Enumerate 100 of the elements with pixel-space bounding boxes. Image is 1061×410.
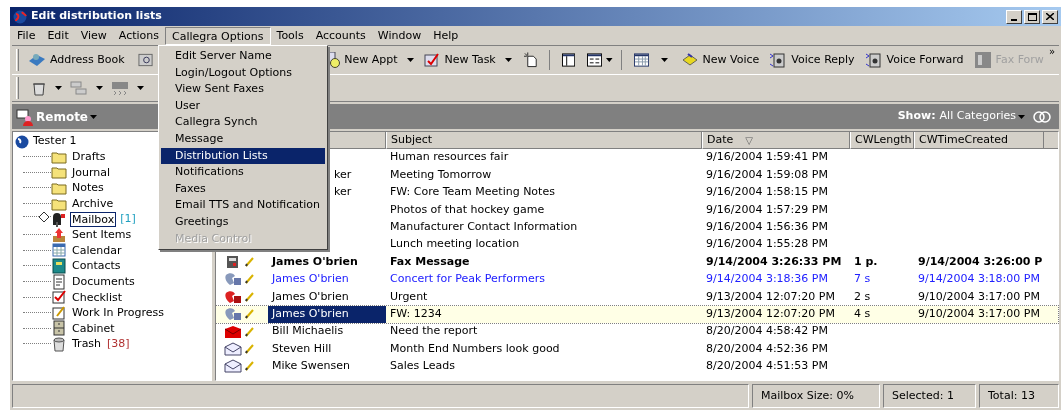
trash-icon xyxy=(51,335,67,352)
toolbar-button[interactable]: New Voice xyxy=(675,48,765,72)
menu-item[interactable]: Help xyxy=(427,26,465,45)
table-cell: 9/10/2004 3:17:00 PM xyxy=(918,306,1040,320)
table-cell: Sales Leads xyxy=(390,359,455,373)
minimize-button[interactable] xyxy=(1006,9,1022,24)
tree-item[interactable]: Archive xyxy=(70,196,116,212)
column-header[interactable]: CWLength xyxy=(850,132,914,149)
table-cell: Photos of that hockey game xyxy=(390,202,545,216)
toolbar-button[interactable]: Voice Reply xyxy=(764,48,860,72)
table-row[interactable]: Mike Swensen Sales Leads 8/20/2004 4:51:53 PM xyxy=(216,357,1058,376)
fax-machine-icon xyxy=(973,52,992,68)
table-cell: 9/16/2004 1:56:36 PM xyxy=(706,220,828,233)
menu-option[interactable]: Distribution Lists xyxy=(161,147,325,165)
table-cell: 1 p. xyxy=(854,254,878,268)
tree-item[interactable]: Documents xyxy=(70,274,137,290)
menu-option[interactable]: Greetings xyxy=(161,213,325,231)
tree-item[interactable]: Cabinet xyxy=(70,320,117,336)
tree-item[interactable]: Calendar xyxy=(70,242,124,258)
tree-item[interactable]: Mailbox xyxy=(70,211,117,227)
tree-item[interactable]: Notes xyxy=(70,180,106,196)
diamond-icon xyxy=(39,212,49,223)
table-cell: 7 s xyxy=(854,272,871,286)
folder-icon xyxy=(51,180,67,196)
window-title: Edit distribution lists xyxy=(31,8,162,25)
close-button[interactable] xyxy=(1042,9,1058,24)
table-row[interactable]: James O'brien Urgent 9/13/2004 12:07:20 PM 2 s 9/10/2004 3:17:00 PM xyxy=(216,288,1058,306)
menu-option[interactable]: User xyxy=(161,97,325,115)
pencil-icon xyxy=(245,309,254,320)
menu-item[interactable]: Accounts xyxy=(309,26,372,45)
table-cell: Bill Michaelis xyxy=(272,323,344,340)
tree-item[interactable]: Trash xyxy=(70,336,104,352)
table-cell: ker xyxy=(334,184,352,201)
table-cell: 9/16/2004 1:55:28 PM xyxy=(706,237,828,251)
menu-option[interactable]: Faxes xyxy=(161,180,325,198)
cabinet-icon xyxy=(51,320,67,337)
maximize-button[interactable] xyxy=(1024,9,1040,24)
table-row[interactable]: James O'brien Concert for Peak Performers 9/14/2004 3:18:36 PM 7 s 9/14/2004 3:18:00 PM xyxy=(216,270,1058,289)
envelope-icon xyxy=(224,324,242,339)
tree-item[interactable]: Work In Progress xyxy=(70,305,166,321)
table-cell: FW: Core Team Meeting Notes xyxy=(390,185,555,199)
menu-option[interactable]: Login/Logout Options xyxy=(161,64,325,82)
table-cell: 9/16/2004 1:59:08 PM xyxy=(706,167,828,181)
tree-item[interactable]: Contacts xyxy=(70,258,123,274)
table-cell: 4 s xyxy=(854,306,871,320)
menu-item[interactable]: View xyxy=(74,26,113,45)
overflow-chevron[interactable]: » xyxy=(1048,46,1055,58)
menu-item[interactable]: Actions xyxy=(112,26,166,45)
pencil-note-icon xyxy=(51,304,67,321)
globe-icon xyxy=(13,9,27,24)
move-icon xyxy=(70,80,88,96)
menu-option[interactable]: Edit Server Name xyxy=(161,48,325,65)
user-envelope-icon xyxy=(16,107,34,126)
folder-icon xyxy=(51,164,67,181)
table-cell-text: ker xyxy=(334,166,352,183)
category-dropdown[interactable]: All Categories xyxy=(939,108,1025,125)
caret-icon xyxy=(606,58,613,62)
tree-item[interactable]: Tester 1 xyxy=(33,133,77,150)
menu-option[interactable]: Callegra Synch xyxy=(161,114,325,131)
menu-option[interactable]: Notifications xyxy=(161,164,325,181)
menu-option[interactable]: Email TTS and Notification xyxy=(161,197,325,214)
item-count: [38] xyxy=(107,335,130,352)
tree-item[interactable]: Checklist xyxy=(70,289,124,305)
caret-icon xyxy=(96,86,103,90)
menu-option[interactable]: Message xyxy=(161,130,325,148)
menu-item[interactable]: Callegra Options xyxy=(165,26,271,45)
caret-icon xyxy=(90,114,97,119)
table-cell: Month End Numbers look good xyxy=(390,341,560,355)
caret-icon xyxy=(504,58,512,62)
table-cell: James O'brien xyxy=(272,271,349,288)
column-header[interactable]: CWTimeCreated xyxy=(914,132,1044,149)
show-filter[interactable]: Show: xyxy=(897,108,936,125)
table-row[interactable]: Bill Michaelis Need the report 8/20/2004 4:58:42 PM xyxy=(216,322,1058,341)
toolbar-button[interactable]: Voice Forward xyxy=(859,48,969,72)
menu-item[interactable]: Tools xyxy=(270,26,310,45)
tree-item[interactable]: Sent Items xyxy=(70,227,134,243)
menu-item[interactable]: Window xyxy=(371,26,428,45)
document-icon xyxy=(51,273,67,290)
speaker-arrow-icon xyxy=(769,52,788,68)
tree-item[interactable]: Journal xyxy=(70,164,113,180)
table-cell: Concert for Peak Performers xyxy=(390,272,545,286)
table-cell: FW: 1234 xyxy=(390,306,442,320)
toolbar-button[interactable]: Address Book xyxy=(22,48,130,72)
table-row[interactable]: Steven Hill Month End Numbers look good 8/20/2004 4:52:36 PM xyxy=(216,340,1058,358)
menu-item[interactable]: Edit xyxy=(41,26,75,45)
column-header[interactable]: Subject xyxy=(386,132,702,149)
tree-item[interactable]: Drafts xyxy=(70,149,108,165)
calendar-icon xyxy=(51,242,67,259)
table-cell-text: James O'brien xyxy=(272,305,349,322)
toolbar-button[interactable]: New Task xyxy=(417,48,501,72)
table-row[interactable]: James O'brien Fax Message 9/14/2004 3:26:33 PM 1 p. 9/14/2004 3:26:00 P xyxy=(216,253,1058,271)
pencil-icon xyxy=(245,361,254,372)
pencil-icon xyxy=(245,291,254,302)
table-row[interactable]: James O'brien FW: 1234 9/13/2004 12:07:20 PM 4 s 9/10/2004 3:17:00 PM xyxy=(216,305,1058,323)
menu-item[interactable]: File xyxy=(11,26,42,45)
table-cell: Manufacturer Contact Information xyxy=(390,220,578,233)
column-header[interactable]: Date ▽ xyxy=(702,132,850,149)
table-cell: 2 s xyxy=(854,289,871,303)
menu-option[interactable]: View Sent Faxes xyxy=(161,81,325,98)
remote-menu[interactable]: Remote xyxy=(36,107,97,126)
